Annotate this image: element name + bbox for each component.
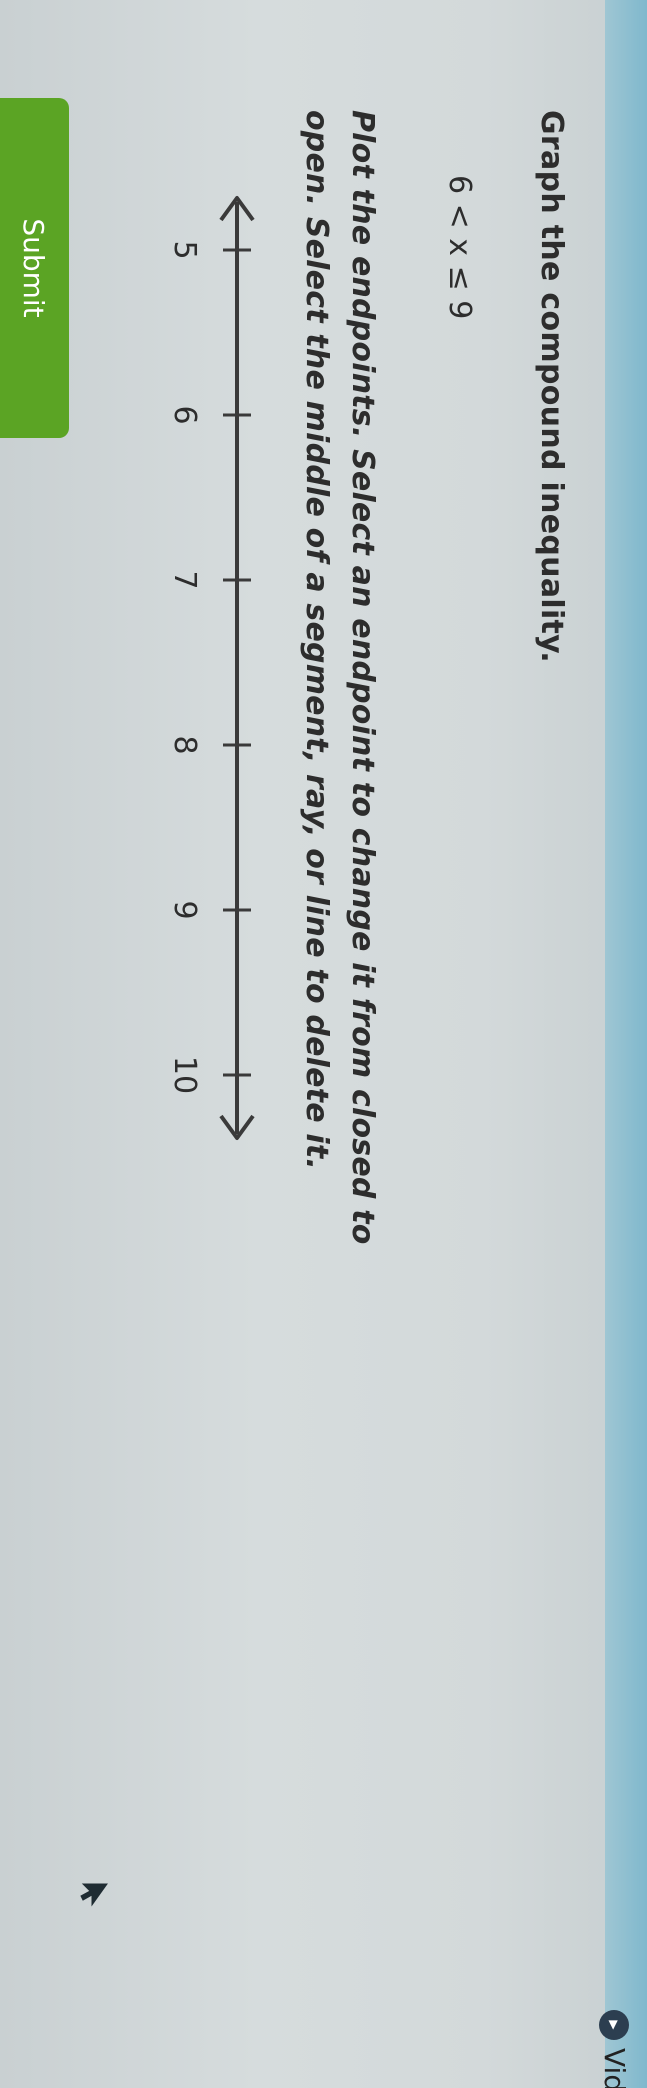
play-icon: ▶ bbox=[599, 2010, 630, 2040]
screen: ▶ Vide Graph the compound inequality. 6 … bbox=[0, 0, 647, 2088]
video-link[interactable]: ▶ Vide bbox=[598, 2010, 631, 2088]
tick-label: 6 bbox=[167, 405, 202, 424]
tick-label: 8 bbox=[167, 735, 202, 754]
instructions-text: Plot the endpoints. Select an endpoint t… bbox=[299, 110, 380, 1245]
submit-button[interactable]: Submit bbox=[0, 98, 69, 438]
question-title: Graph the compound inequality. bbox=[534, 110, 569, 663]
tick-label: 7 bbox=[167, 570, 202, 589]
page-content: ▶ Vide Graph the compound inequality. 6 … bbox=[0, 0, 647, 2088]
inequality-expression: 6 < x ≤ 9 bbox=[442, 175, 477, 320]
mouse-pointer-icon bbox=[80, 1883, 108, 1907]
tick-label: 9 bbox=[167, 900, 202, 919]
tick-label: 5 bbox=[167, 240, 202, 259]
video-label: Vide bbox=[598, 2048, 631, 2088]
number-line[interactable]: 5 6 7 8 9 10 bbox=[137, 190, 267, 1150]
tick-label: 10 bbox=[167, 1056, 202, 1094]
